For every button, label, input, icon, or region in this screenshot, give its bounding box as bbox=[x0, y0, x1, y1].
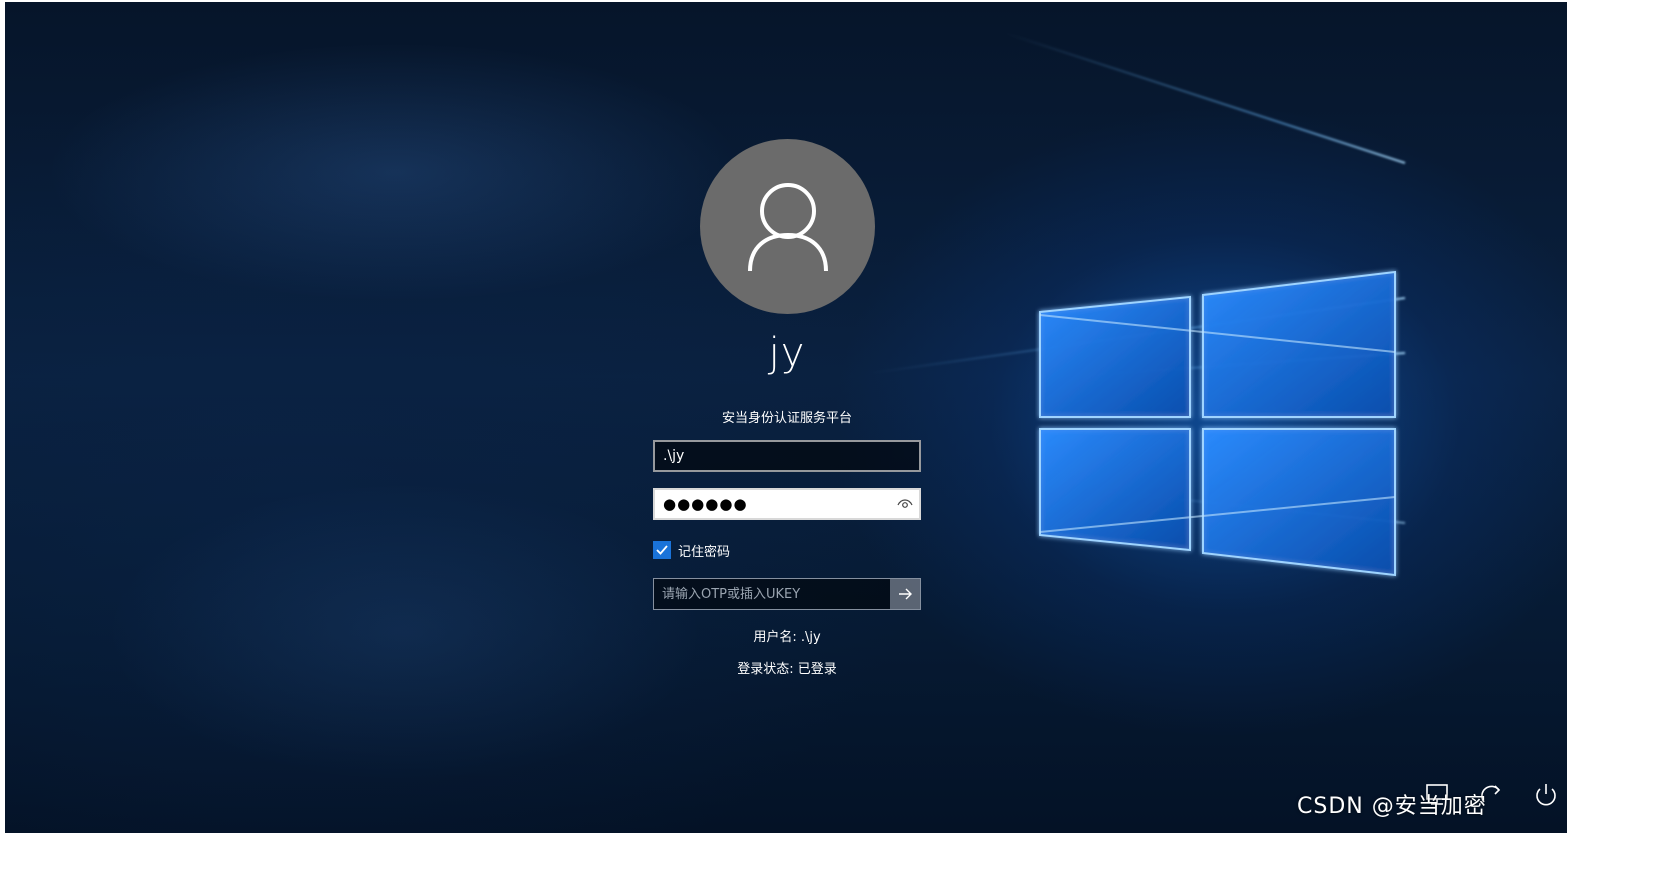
watermark: CSDN @安当加密 bbox=[1297, 794, 1487, 819]
checkmark-icon bbox=[656, 545, 668, 555]
password-mask: ●●●●●● bbox=[663, 495, 748, 513]
windows-logo bbox=[1039, 270, 1396, 577]
otp-field[interactable] bbox=[653, 578, 921, 610]
login-status-text: 登录状态: 已登录 bbox=[737, 662, 837, 677]
otp-input[interactable] bbox=[654, 579, 890, 609]
username-field-value: .\jy bbox=[663, 448, 685, 464]
password-field[interactable]: ●●●●●● bbox=[653, 488, 921, 520]
platform-title: 安当身份认证服务平台 bbox=[721, 411, 852, 426]
light-beam bbox=[1005, 32, 1406, 164]
submit-button[interactable] bbox=[890, 579, 920, 609]
user-icon bbox=[747, 182, 828, 271]
user-info-text: 用户名: .\jy bbox=[753, 630, 821, 645]
eye-icon[interactable] bbox=[897, 496, 913, 512]
remember-password-label: 记住密码 bbox=[678, 544, 731, 560]
power-icon[interactable] bbox=[1533, 782, 1559, 808]
user-avatar bbox=[700, 139, 875, 314]
lock-screen: jy 安当身份认证服务平台 .\jy ●●●●●● 记住密码 用户名: .\jy… bbox=[5, 2, 1567, 833]
remember-password-checkbox[interactable] bbox=[653, 541, 671, 559]
username-field[interactable]: .\jy bbox=[653, 440, 921, 472]
background-haze bbox=[45, 42, 745, 302]
arrow-right-icon bbox=[899, 588, 912, 600]
remember-password[interactable]: 记住密码 bbox=[653, 539, 730, 561]
account-name: jy bbox=[768, 330, 806, 376]
